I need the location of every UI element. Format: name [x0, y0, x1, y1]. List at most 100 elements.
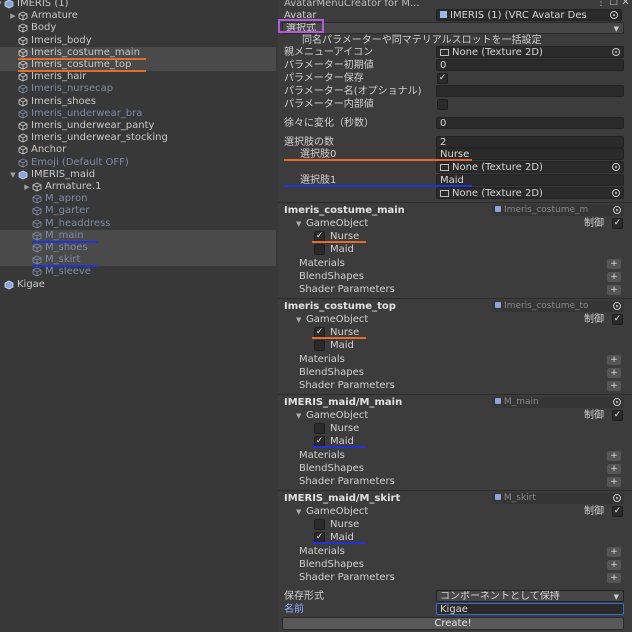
materials-label[interactable]: Materials	[299, 353, 345, 366]
hierarchy-item[interactable]: M_garter	[0, 205, 276, 217]
control-checkbox[interactable]: ✓	[612, 410, 623, 421]
window-controls[interactable]: ⋮ ☐ ✕	[596, 0, 630, 9]
choice-count-field[interactable]: 2	[436, 136, 624, 148]
hierarchy-item[interactable]: ▼ IMERIS (1)	[0, 0, 276, 10]
gradual-field[interactable]: 0	[436, 117, 624, 129]
hierarchy-item[interactable]: ▶ Armature.1	[0, 181, 276, 193]
shader-params-label[interactable]: Shader Parameters	[299, 571, 395, 584]
target-icon[interactable]	[613, 206, 621, 214]
add-button[interactable]: +	[607, 368, 621, 378]
save-format-dropdown[interactable]: コンポーネントとして保持 ▼	[436, 590, 624, 602]
hierarchy-item[interactable]: M_apron	[0, 193, 276, 205]
gameobject-foldout[interactable]: ▼ GameObject	[296, 505, 368, 518]
nurse-checkbox[interactable]	[314, 423, 325, 434]
param-init-field[interactable]: 0	[436, 59, 624, 71]
section-object-field[interactable]: Imeris_costume_to	[492, 301, 624, 312]
add-button[interactable]: +	[607, 272, 621, 282]
control-checkbox[interactable]: ✓	[612, 314, 623, 325]
blendshapes-label[interactable]: BlendShapes	[299, 270, 364, 283]
hierarchy-item[interactable]: Body	[0, 22, 276, 34]
add-button[interactable]: +	[607, 573, 621, 583]
section-object-field[interactable]: M_main	[492, 397, 624, 408]
materials-label[interactable]: Materials	[299, 257, 345, 270]
hierarchy-item[interactable]: Anchor	[0, 144, 276, 156]
hierarchy-item[interactable]: ▼ IMERIS_maid	[0, 169, 276, 181]
add-button[interactable]: +	[607, 355, 621, 365]
create-button[interactable]: Create!	[282, 617, 624, 630]
blendshapes-label[interactable]: BlendShapes	[299, 462, 364, 475]
control-checkbox[interactable]: ✓	[612, 506, 623, 517]
add-button[interactable]: +	[607, 381, 621, 391]
shader-params-label[interactable]: Shader Parameters	[299, 379, 395, 392]
control-label: 制御	[584, 409, 604, 422]
gameobject-icon	[18, 158, 28, 168]
hierarchy-item[interactable]: Imeris_underwear_panty	[0, 120, 276, 132]
control-checkbox[interactable]: ✓	[612, 218, 623, 229]
name-field[interactable]: Kigae	[436, 603, 624, 615]
foldout-down-icon[interactable]: ▼	[296, 410, 306, 423]
section-object-field[interactable]: Imeris_costume_m	[492, 205, 624, 216]
hierarchy-item[interactable]: Emoji (Default OFF)	[0, 157, 276, 169]
target-icon[interactable]	[613, 398, 621, 406]
add-button[interactable]: +	[607, 560, 621, 570]
foldout-down-icon[interactable]: ▼	[296, 218, 306, 231]
parent-icon-field[interactable]: None (Texture 2D)	[436, 46, 624, 58]
expand-right-icon[interactable]: ▶	[23, 181, 31, 193]
hierarchy-item[interactable]: Kigae	[0, 279, 276, 291]
materials-label[interactable]: Materials	[299, 449, 345, 462]
add-button[interactable]: +	[607, 259, 621, 269]
expand-right-icon[interactable]: ▶	[9, 10, 17, 22]
mode-dropdown[interactable]: 選択式 ▼	[282, 22, 624, 34]
shader-params-label[interactable]: Shader Parameters	[299, 475, 395, 488]
foldout-down-icon[interactable]: ▼	[296, 506, 306, 519]
foldout-down-icon[interactable]: ▼	[296, 314, 306, 327]
hierarchy-item[interactable]: M_shoes	[0, 242, 276, 254]
param-internal-checkbox[interactable]	[437, 99, 448, 110]
choice0-icon-field[interactable]: None (Texture 2D)	[436, 161, 624, 173]
materials-label[interactable]: Materials	[299, 545, 345, 558]
hierarchy-item-label: Armature	[31, 10, 78, 22]
gameobject-foldout[interactable]: ▼ GameObject	[296, 217, 368, 230]
hierarchy-item[interactable]: Imeris_shoes	[0, 96, 276, 108]
expand-down-icon[interactable]: ▼	[0, 0, 3, 10]
prefab-icon	[4, 280, 14, 290]
save-format-label: 保存形式	[284, 591, 324, 602]
nurse-underline	[312, 337, 366, 339]
hierarchy-item[interactable]: M_headdress	[0, 218, 276, 230]
target-icon[interactable]	[612, 189, 620, 197]
add-button[interactable]: +	[607, 451, 621, 461]
target-icon[interactable]	[612, 163, 620, 171]
shader-params-label[interactable]: Shader Parameters	[299, 283, 395, 296]
hierarchy-item[interactable]: Imeris_underwear_bra	[0, 108, 276, 120]
hierarchy-item[interactable]: M_sleeve	[0, 266, 276, 278]
choice1-icon-field[interactable]: None (Texture 2D)	[436, 187, 624, 199]
maid-checkbox[interactable]	[314, 340, 325, 351]
target-icon[interactable]	[612, 48, 620, 56]
blendshapes-label[interactable]: BlendShapes	[299, 366, 364, 379]
gameobject-foldout[interactable]: ▼ GameObject	[296, 409, 368, 422]
hierarchy-item[interactable]: Imeris_underwear_stocking	[0, 132, 276, 144]
avatar-field[interactable]: IMERIS (1) (VRC Avatar Des	[436, 9, 622, 21]
nurse-checkbox[interactable]	[314, 519, 325, 530]
maid-checkbox[interactable]	[314, 244, 325, 255]
blendshapes-label[interactable]: BlendShapes	[299, 558, 364, 571]
add-button[interactable]: +	[607, 477, 621, 487]
hierarchy-item[interactable]: Imeris_nursecap	[0, 83, 276, 95]
param-save-checkbox[interactable]: ✓	[437, 73, 448, 84]
gameobject-label: GameObject	[306, 506, 369, 517]
add-button[interactable]: +	[607, 285, 621, 295]
hierarchy-item[interactable]: ▶ Armature	[0, 10, 276, 22]
target-icon[interactable]	[613, 494, 621, 502]
add-button[interactable]: +	[607, 547, 621, 557]
param-name-field[interactable]	[436, 85, 624, 97]
target-icon[interactable]	[610, 11, 618, 19]
add-button[interactable]: +	[607, 464, 621, 474]
hierarchy-item[interactable]: Imeris_hair	[0, 71, 276, 83]
section-object-field[interactable]: M_skirt	[492, 493, 624, 504]
section-object-value: M_skirt	[504, 493, 536, 503]
hierarchy-item[interactable]: Imeris_body	[0, 35, 276, 47]
gameobject-foldout[interactable]: ▼ GameObject	[296, 313, 368, 326]
target-icon[interactable]	[613, 302, 621, 310]
expand-down-icon[interactable]: ▼	[9, 169, 17, 181]
chevron-down-icon: ▼	[613, 25, 619, 33]
